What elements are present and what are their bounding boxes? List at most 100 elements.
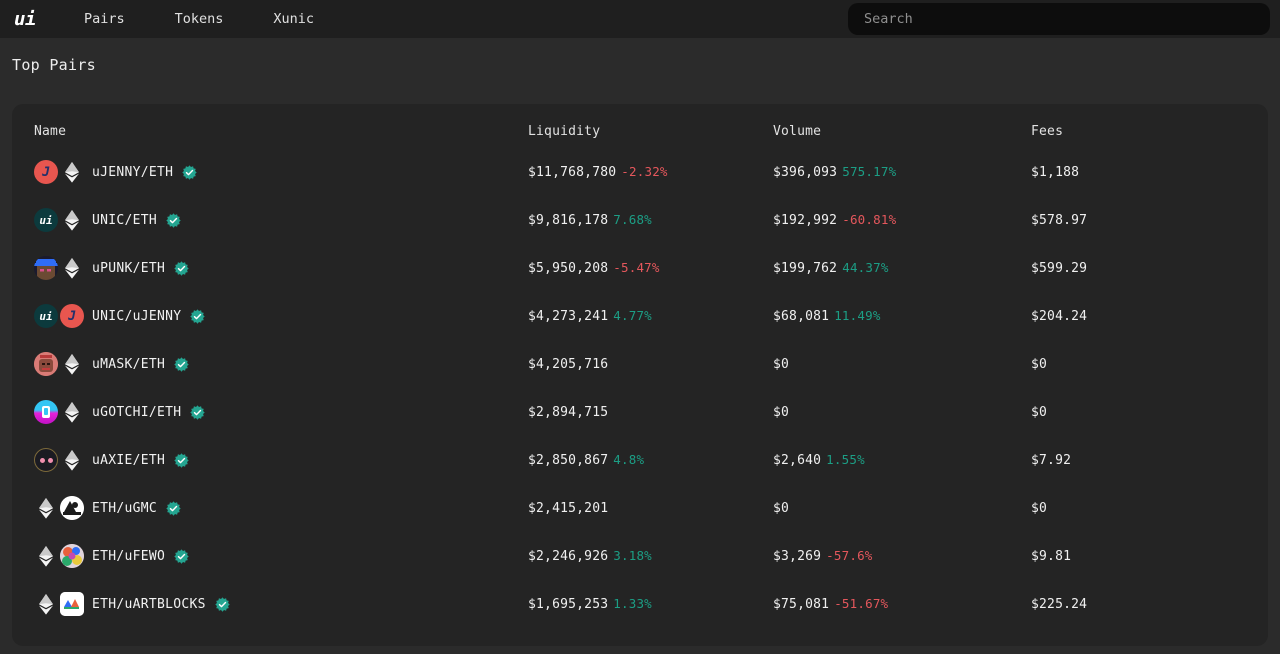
table-row[interactable]: uPUNK/ETH $5,950,208 -5.47% $199,762 44.37% $… [12, 244, 1268, 292]
cell-liquidity: $2,850,867 4.8% [528, 452, 773, 468]
table-row[interactable]: uAXIE/ETH $2,850,867 4.8% $2,640 1.55% $7.92 [12, 436, 1268, 484]
table-row[interactable]: ui UNIC/ETH $9,816,178 7.68% $192,992 -60.81%… [12, 196, 1268, 244]
ethereum-icon [39, 594, 53, 615]
top-pairs-table: Name Liquidity Volume Fees JuJENNY/ETH $1… [12, 104, 1268, 628]
verified-check-icon [182, 164, 197, 180]
column-header-volume[interactable]: Volume [773, 124, 1031, 139]
pair-label: uGOTCHI/ETH [92, 404, 182, 420]
cell-liquidity: $9,816,178 7.68% [528, 212, 773, 228]
cell-volume-change: 575.17% [842, 164, 897, 179]
cell-liquidity: $2,415,201 [528, 501, 773, 516]
jenny-token-icon: J [34, 160, 58, 184]
cell-pair-name[interactable]: uAXIE/ETH [34, 448, 528, 472]
verified-check-icon [166, 500, 181, 516]
axie-eyes [39, 457, 53, 463]
app-logo[interactable]: ui [8, 4, 42, 34]
cell-fees: $7.92 [1031, 452, 1072, 468]
cell-volume-value: $75,081 [773, 597, 830, 612]
search-input[interactable] [848, 3, 1270, 35]
cell-pair-name[interactable]: ETH/uARTBLOCKS [34, 592, 528, 616]
ethereum-icon [65, 450, 79, 471]
pair-token-icons: ui J [34, 304, 84, 328]
pair-token-icons [34, 400, 84, 424]
column-header-liquidity[interactable]: Liquidity [528, 124, 773, 139]
gmc-token-icon [60, 496, 84, 520]
pair-label: uJENNY/ETH [92, 164, 174, 180]
cell-volume-change: -60.81% [842, 212, 897, 227]
cell-fees: $599.29 [1031, 260, 1088, 276]
verified-check-icon [174, 452, 189, 468]
cell-liquidity: $11,768,780 -2.32% [528, 164, 773, 180]
pair-label: uAXIE/ETH [92, 452, 166, 468]
pair-label: ETH/uGMC [92, 500, 158, 516]
cell-liquidity-value: $4,205,716 [528, 356, 609, 372]
verified-check-icon [166, 212, 181, 228]
cell-pair-name[interactable]: uGOTCHI/ETH [34, 400, 528, 424]
cell-pair-name[interactable]: ETH/uGMC [34, 496, 528, 520]
cell-fees: $0 [1031, 500, 1048, 516]
cell-fees: $0 [1031, 404, 1048, 420]
cell-pair-name[interactable]: ETH/uFEWO [34, 544, 528, 568]
cell-volume-value: $0 [773, 404, 790, 420]
cell-volume: $199,762 44.37% [773, 260, 1031, 276]
cell-volume-value: $0 [773, 356, 790, 372]
pair-token-icons [34, 448, 84, 472]
cell-liquidity-change: 4.8% [613, 452, 645, 467]
unic-token-icon: ui [34, 208, 58, 232]
column-header-name[interactable]: Name [34, 124, 528, 139]
cell-fees: $9.81 [1031, 548, 1072, 564]
cell-liquidity: $5,950,208 -5.47% [528, 260, 773, 276]
pair-token-icons [34, 544, 84, 568]
cell-fees: $204.24 [1031, 308, 1088, 324]
table-row[interactable]: JuJENNY/ETH $11,768,780 -2.32% $396,093 575.… [12, 148, 1268, 196]
pair-token-icons [34, 256, 84, 280]
cell-liquidity-change: 4.77% [613, 308, 652, 323]
cell-volume: $68,081 11.49% [773, 308, 1031, 324]
cell-volume-value: $396,093 [773, 165, 838, 180]
pair-token-icons [34, 352, 84, 376]
cell-volume-change: 11.49% [834, 308, 881, 323]
cell-volume: $0 [773, 405, 1031, 420]
verified-check-icon [190, 404, 206, 420]
top-pairs-card: Name Liquidity Volume Fees JuJENNY/ETH $1… [12, 104, 1268, 646]
gotchi-token-icon [34, 400, 58, 424]
pair-token-icons: J [34, 160, 84, 184]
cell-pair-name[interactable]: ui J UNIC/uJENNY [34, 304, 528, 328]
pair-label: ETH/uFEWO [92, 548, 166, 564]
pair-token-icons [34, 592, 84, 616]
nav-link-tokens[interactable]: Tokens [161, 7, 238, 31]
table-row[interactable]: uGOTCHI/ETH $2,894,715 $0 $0 [12, 388, 1268, 436]
table-row[interactable]: ui J UNIC/uJENNY $4,273,241 4.77% $68,081 11.4… [12, 292, 1268, 340]
ethereum-icon [65, 258, 79, 279]
cell-volume: $0 [773, 357, 1031, 372]
nav-link-xunic[interactable]: Xunic [259, 7, 328, 31]
ethereum-icon [39, 546, 53, 567]
table-row[interactable]: ETH/uGMC $2,415,201 $0 $0 [12, 484, 1268, 532]
cell-volume: $0 [773, 501, 1031, 516]
pair-token-icons: ui [34, 208, 84, 232]
artblocks-token-icon [60, 592, 84, 616]
nav-link-pairs[interactable]: Pairs [70, 7, 139, 31]
verified-check-icon [215, 596, 230, 612]
cell-volume-value: $199,762 [773, 261, 838, 276]
table-row[interactable]: ETH/uFEWO $2,246,926 3.18% $3,269 -57.6% $9.8… [12, 532, 1268, 580]
ethereum-icon [65, 210, 79, 231]
verified-check-icon [190, 308, 206, 324]
table-row[interactable]: ETH/uARTBLOCKS $1,695,253 1.33% $75,081 -51.… [12, 580, 1268, 628]
cell-liquidity-value: $2,246,926 [528, 549, 609, 564]
ethereum-icon [65, 354, 79, 375]
jenny-token-icon: J [60, 304, 84, 328]
pair-label: UNIC/ETH [92, 212, 158, 228]
cell-liquidity-change: 1.33% [613, 596, 652, 611]
cell-volume-value: $2,640 [773, 453, 822, 468]
table-row[interactable]: uMASK/ETH $4,205,716 $0 $0 [12, 340, 1268, 388]
cell-pair-name[interactable]: uPUNK/ETH [34, 256, 528, 280]
top-navbar: ui Pairs Tokens Xunic [0, 0, 1280, 38]
cell-liquidity-change: -2.32% [621, 164, 668, 179]
cell-pair-name[interactable]: JuJENNY/ETH [34, 160, 528, 184]
cell-volume: $2,640 1.55% [773, 452, 1031, 468]
cell-pair-name[interactable]: ui UNIC/ETH [34, 208, 528, 232]
column-header-fees[interactable]: Fees [1031, 124, 1268, 139]
ethereum-icon [39, 498, 53, 519]
cell-pair-name[interactable]: uMASK/ETH [34, 352, 528, 376]
